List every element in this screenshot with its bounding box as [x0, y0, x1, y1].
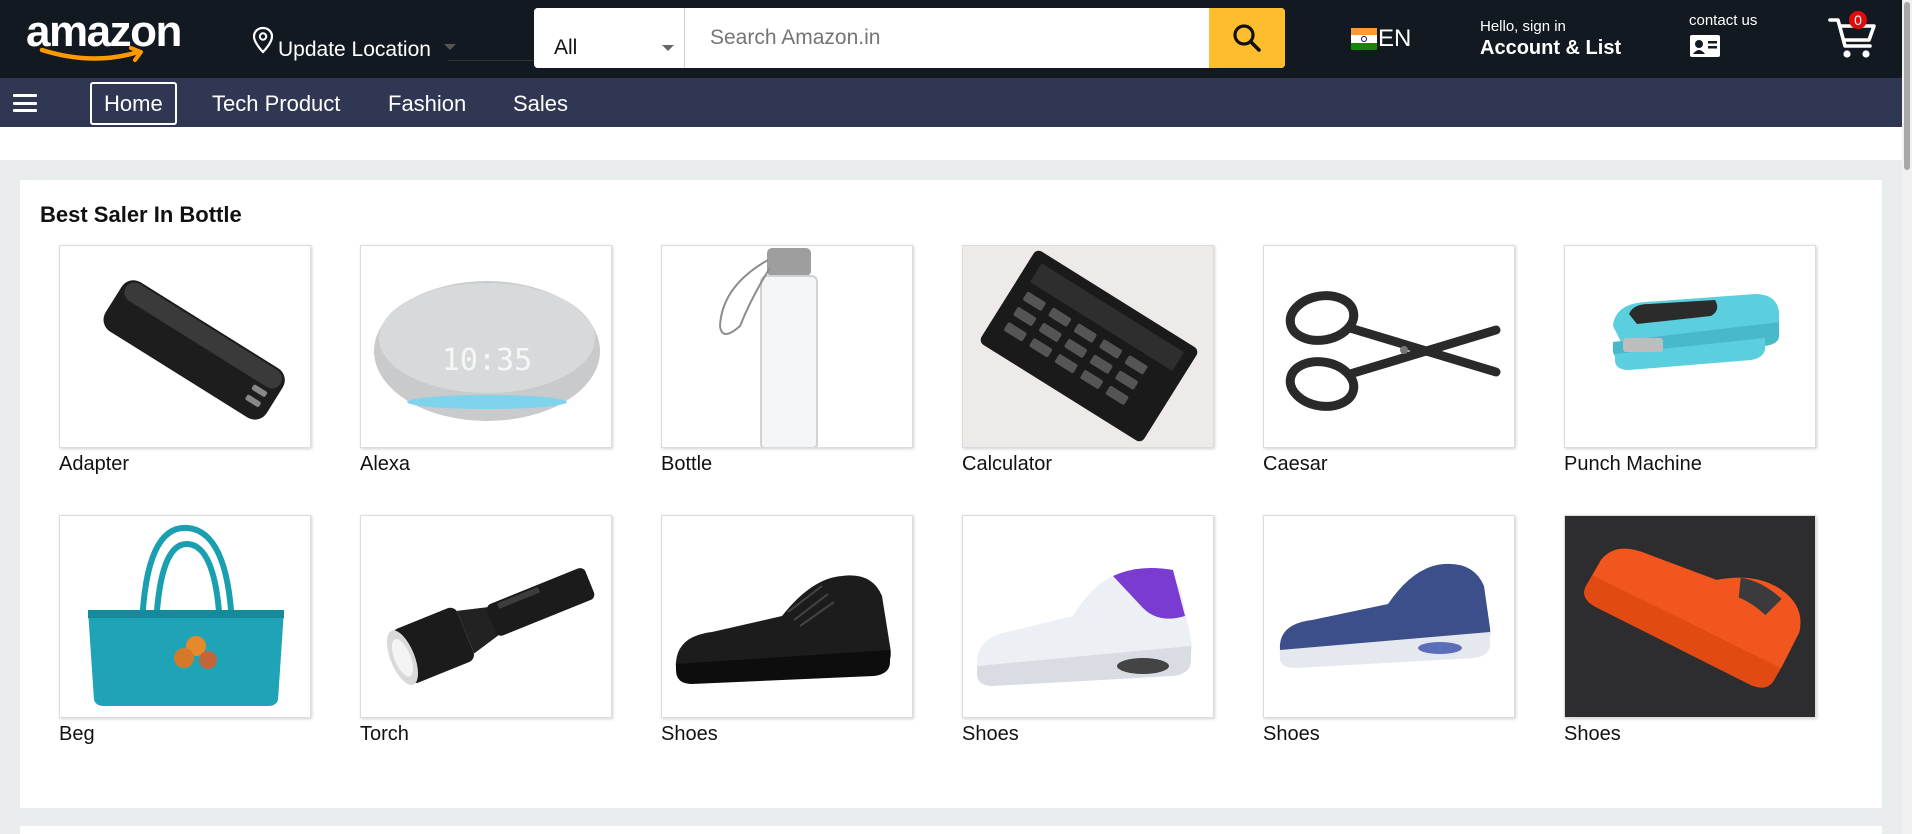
product-card[interactable]: Caesar [1263, 245, 1515, 485]
cart-button[interactable]: 0 [1826, 8, 1878, 62]
product-name: Beg [59, 723, 95, 745]
scissors-image [1263, 245, 1515, 448]
product-card[interactable]: Calculator [962, 245, 1214, 485]
search-button[interactable] [1209, 8, 1285, 68]
contact-label: contact us [1689, 12, 1758, 29]
product-card[interactable]: Punch Machine [1564, 245, 1816, 485]
language-selector[interactable]: EN [1351, 24, 1411, 54]
account-greeting: Hello, sign in [1480, 18, 1566, 35]
product-card[interactable]: Shoes [1263, 515, 1515, 755]
account-label: Account & List [1480, 37, 1622, 59]
white-purple-sneaker-image [962, 515, 1214, 718]
india-flag-icon [1351, 28, 1377, 50]
product-name: Shoes [1263, 723, 1320, 745]
product-card[interactable]: Beg [59, 515, 311, 755]
product-name: Bottle [661, 453, 713, 475]
product-name: Calculator [962, 453, 1053, 475]
search-bar: All [534, 8, 1285, 68]
nav-item-tech-product[interactable]: Tech Product [199, 82, 353, 125]
nav-bar: Home Tech Product Fashion Sales [0, 78, 1902, 127]
nav-item-home[interactable]: Home [90, 82, 177, 125]
flashlight-image [360, 515, 612, 718]
scrollbar-thumb[interactable] [1904, 2, 1910, 170]
cart-count-badge: 0 [1849, 11, 1867, 29]
nav-item-fashion[interactable]: Fashion [375, 82, 479, 125]
product-card[interactable]: Shoes [1564, 515, 1816, 755]
section-title: Best Saler In Bottle [40, 202, 242, 227]
search-icon [1233, 24, 1261, 52]
handbag-image [59, 515, 311, 718]
search-category-value: All [554, 36, 578, 59]
product-card[interactable]: Shoes [962, 515, 1214, 755]
account-menu[interactable]: Hello, sign in Account & List [1480, 18, 1621, 60]
contact-us-link[interactable]: contact us [1689, 12, 1757, 63]
hamburger-menu-icon[interactable] [13, 94, 37, 112]
water-bottle-image [661, 245, 913, 448]
product-card[interactable]: Adapter [59, 245, 311, 485]
product-name: Shoes [962, 723, 1019, 745]
language-label: EN [1378, 25, 1412, 52]
contact-card-icon [1690, 35, 1720, 57]
product-name: Shoes [661, 723, 718, 745]
search-category-select[interactable]: All [534, 8, 685, 68]
product-card[interactable]: Bottle [661, 245, 913, 485]
top-header: amazon Update Location All Search Amazon… [0, 0, 1902, 78]
next-section-card [20, 826, 1882, 834]
banner-strip [0, 127, 1902, 160]
logo-smile-icon [39, 46, 143, 62]
svg-text:10:35: 10:35 [442, 343, 532, 378]
product-name: Torch [360, 723, 409, 745]
product-name: Punch Machine [1564, 453, 1702, 475]
best-seller-section: Best Saler In Bottle Adapter 10:35 Alexa… [20, 180, 1882, 808]
page-scrollbar[interactable] [1902, 0, 1912, 834]
product-card[interactable]: Torch [360, 515, 612, 755]
location-dropdown-caret-icon [444, 44, 456, 50]
product-name: Caesar [1263, 453, 1328, 475]
black-sneaker-image [661, 515, 913, 718]
product-name: Shoes [1564, 723, 1621, 745]
orange-running-shoe-image [1564, 515, 1816, 718]
stapler-image [1564, 245, 1816, 448]
product-card[interactable]: 10:35 Alexa [360, 245, 612, 485]
calculator-image [962, 245, 1214, 448]
smart-speaker-image: 10:35 [360, 245, 612, 448]
nav-item-sales[interactable]: Sales [500, 82, 581, 125]
location-pin-icon [252, 26, 274, 54]
product-name: Alexa [360, 453, 411, 475]
power-bank-image [59, 245, 311, 448]
product-name: Adapter [59, 453, 130, 475]
chevron-down-icon [662, 45, 674, 51]
blue-sneaker-image [1263, 515, 1515, 718]
search-input[interactable] [685, 8, 1225, 68]
amazon-logo[interactable]: amazon [18, 6, 184, 64]
product-card[interactable]: Shoes [661, 515, 913, 755]
location-label: Update Location [278, 38, 431, 61]
update-location[interactable]: Update Location [252, 24, 718, 66]
